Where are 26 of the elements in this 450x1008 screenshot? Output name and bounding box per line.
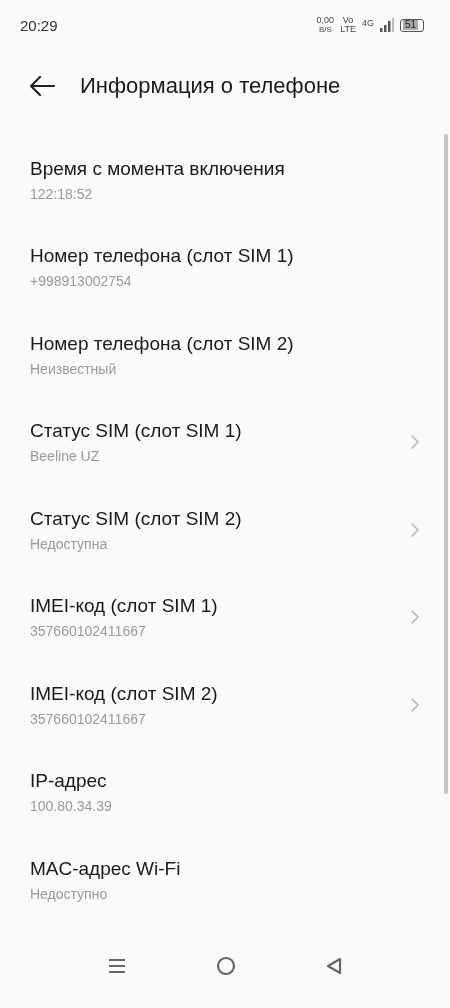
settings-item[interactable]: IMEI-код (слот SIM 2) 357660102411667 bbox=[0, 661, 450, 749]
volte-label: LTE bbox=[340, 25, 356, 34]
settings-item[interactable]: Номер телефона (слот SIM 2) Неизвестный bbox=[0, 311, 450, 399]
home-icon[interactable] bbox=[216, 956, 236, 976]
page-title: Информация о телефоне bbox=[80, 73, 341, 99]
network-type: 4G bbox=[362, 18, 374, 28]
speed-unit: B/S bbox=[318, 25, 332, 34]
network-speed: 0,00 bbox=[316, 16, 335, 25]
settings-item[interactable]: Статус SIM (слот SIM 1) Beeline UZ bbox=[0, 398, 450, 486]
chevron-icon bbox=[410, 609, 420, 626]
settings-item[interactable]: Статус SIM (слот SIM 2) Недоступна bbox=[0, 486, 450, 574]
settings-item[interactable]: Номер телефона (слот SIM 1) +998913002754 bbox=[0, 223, 450, 311]
chevron-icon bbox=[410, 521, 420, 538]
status-time: 20:29 bbox=[20, 16, 58, 34]
chevron-icon bbox=[410, 434, 420, 451]
chevron-icon bbox=[410, 696, 420, 713]
settings-item[interactable]: Время с момента включения 122:18:52 bbox=[0, 136, 450, 224]
battery-level: 51 bbox=[403, 20, 419, 30]
volte-label: Vo bbox=[342, 16, 354, 25]
menu-icon[interactable] bbox=[108, 958, 126, 974]
settings-item[interactable]: MAC-адрес Wi-Fi Недоступно bbox=[0, 836, 450, 924]
back-icon[interactable] bbox=[28, 75, 56, 97]
back-nav-icon[interactable] bbox=[326, 957, 342, 975]
signal-icon bbox=[380, 18, 394, 32]
settings-item[interactable]: IP-адрес 100.80.34.39 bbox=[0, 748, 450, 836]
settings-item[interactable]: IMEI-код (слот SIM 1) 357660102411667 bbox=[0, 573, 450, 661]
